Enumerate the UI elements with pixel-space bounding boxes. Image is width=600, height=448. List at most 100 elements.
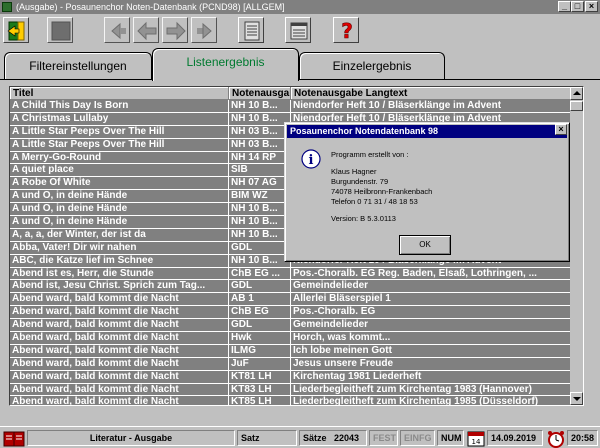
scroll-down-button[interactable]	[570, 392, 583, 405]
scroll-up-button[interactable]	[570, 87, 583, 100]
cell-edition: NH 14 RP	[229, 151, 291, 165]
status-mode: Satz	[237, 430, 297, 446]
cell-edition-long: Jesus unsere Freude	[291, 357, 572, 371]
table-row[interactable]: Abend ward, bald kommt die Nacht ILMG Ich …	[10, 344, 572, 358]
table-row[interactable]: Abend ist, Jesu Christ. Sprich zum Tag..…	[10, 280, 572, 294]
cell-edition: ChB EG	[229, 306, 291, 320]
cell-edition: GDL	[229, 319, 291, 333]
status-module: Literatur - Ausgabe	[27, 430, 235, 446]
help-icon: ?	[341, 20, 353, 42]
cell-edition-long: Gemeindelieder	[291, 319, 572, 333]
dialog-author-name: Klaus Hagner	[331, 167, 377, 176]
cell-title: A Little Star Peeps Over The Hill	[10, 138, 229, 152]
cell-title: Abend ward, bald kommt die Nacht	[10, 357, 229, 371]
cell-edition-long: Niendorfer Heft 10 / Bläserklänge im Adv…	[291, 100, 572, 113]
title-bar: (Ausgabe) - Posaunenchor Noten-Datenbank…	[0, 0, 600, 14]
cell-title: Abend ward, bald kommt die Nacht	[10, 370, 229, 384]
cell-edition-long: Allerlei Bläserspiel 1	[291, 293, 572, 307]
table-row[interactable]: Abend ward, bald kommt die Nacht KT85 LH L…	[10, 396, 572, 405]
status-bar: Literatur - Ausgabe Satz Sätze 22043 FES…	[0, 426, 600, 448]
status-records-label: Sätze	[303, 433, 327, 443]
dialog-street: Burgundenstr. 79	[331, 177, 389, 186]
next-icon	[197, 22, 212, 40]
table-row[interactable]: Abend ist es, Herr, die Stunde ChB EG ...…	[10, 267, 572, 281]
table-row[interactable]: Abend ward, bald kommt die Nacht JuF Jesus…	[10, 357, 572, 371]
cell-title: Abend ward, bald kommt die Nacht	[10, 319, 229, 333]
dialog-phone: Telefon 0 71 31 / 48 18 53	[331, 197, 418, 206]
cell-edition: ILMG	[229, 344, 291, 358]
tab-list-result[interactable]: Listenergebnis	[152, 48, 299, 81]
monitor-button[interactable]	[47, 17, 73, 43]
cell-title: A und O, in deine Hände	[10, 216, 229, 229]
cell-title: A Little Star Peeps Over The Hill	[10, 125, 229, 139]
cell-title: A Child This Day Is Born	[10, 100, 229, 113]
cell-edition: Hwk	[229, 332, 291, 345]
back-arrow-icon	[137, 21, 157, 41]
monitor-icon	[51, 21, 71, 41]
cell-title: Abend ward, bald kommt die Nacht	[10, 293, 229, 307]
cell-edition: BIM WZ	[229, 190, 291, 204]
cell-title: Abend ward, bald kommt die Nacht	[10, 344, 229, 358]
column-header-title[interactable]: Titel	[10, 87, 229, 100]
dialog-city: 74078 Heilbronn-Frankenbach	[331, 187, 433, 196]
minimize-button[interactable]: _	[558, 1, 571, 12]
window-title: (Ausgabe) - Posaunenchor Noten-Datenbank…	[16, 2, 285, 12]
dialog-version: Version: B 5.3.0113	[331, 214, 396, 223]
status-num: NUM	[437, 430, 464, 446]
status-fest: FEST	[369, 430, 398, 446]
previous-button[interactable]	[104, 17, 130, 43]
vertical-scrollbar[interactable]	[570, 87, 583, 405]
previous-icon	[111, 22, 126, 40]
help-button[interactable]: ?	[333, 17, 359, 43]
next-button[interactable]	[191, 17, 217, 43]
cell-title: A und O, in deine Hände	[10, 203, 229, 217]
cell-edition-long: Kirchentag 1981 Liederheft	[291, 370, 572, 384]
cell-edition-long: Pos.-Choralb. EG Reg. Baden, Elsaß, Loth…	[291, 267, 572, 281]
back-button[interactable]	[133, 17, 159, 43]
table-row[interactable]: Abend ward, bald kommt die Nacht AB 1 Alle…	[10, 293, 572, 307]
app-window: (Ausgabe) - Posaunenchor Noten-Datenbank…	[0, 0, 600, 448]
cell-edition: JuF	[229, 357, 291, 371]
table-row[interactable]: A Child This Day Is Born NH 10 B... Niendo…	[10, 100, 572, 113]
cell-title: A Robe Of White	[10, 177, 229, 191]
cell-edition: GDL	[229, 241, 291, 255]
cell-edition-long: Gemeindelieder	[291, 280, 572, 294]
close-button[interactable]: ×	[585, 1, 598, 12]
calendar-icon: 14	[467, 431, 485, 447]
cell-title: ABC, die Katze lief im Schnee	[10, 254, 229, 268]
table-row[interactable]: Abend ward, bald kommt die Nacht Hwk Horch…	[10, 332, 572, 345]
app-icon[interactable]	[2, 2, 12, 12]
alarm-clock-icon	[548, 431, 564, 448]
table-row[interactable]: Abend ward, bald kommt die Nacht KT83 LH L…	[10, 383, 572, 397]
svg-text:?: ?	[341, 20, 353, 42]
document-button[interactable]	[238, 17, 264, 43]
dialog-close-button[interactable]: ×	[555, 124, 567, 135]
forward-button[interactable]	[162, 17, 188, 43]
tab-single-result[interactable]: Einzelergebnis	[299, 52, 445, 80]
scroll-thumb[interactable]	[570, 101, 583, 111]
cell-edition-long: Pos.-Choralb. EG	[291, 306, 572, 320]
table-header: Titel Notenausgabe Notenausgabe Langtext	[10, 87, 572, 100]
cell-edition: AB 1	[229, 293, 291, 307]
cell-edition-long: Horch, was kommt...	[291, 332, 572, 345]
cell-title: A Merry-Go-Round	[10, 151, 229, 165]
cell-edition: KT81 LH	[229, 370, 291, 384]
cell-edition: NH 10 B...	[229, 100, 291, 113]
dialog-title: Posaunenchor Notendatenbank 98	[287, 125, 567, 138]
cell-edition-long: Ich lobe meinen Gott	[291, 344, 572, 358]
cell-edition: NH 03 B...	[229, 125, 291, 139]
table-row[interactable]: Abend ward, bald kommt die Nacht ChB EG Po…	[10, 306, 572, 320]
exit-button[interactable]	[3, 17, 29, 43]
ok-button[interactable]: OK	[399, 235, 451, 255]
table-row[interactable]: Abend ward, bald kommt die Nacht KT81 LH K…	[10, 370, 572, 384]
cell-edition-long: Liederbegleitheft zum Kirchentag 1983 (H…	[291, 383, 572, 397]
column-header-edition[interactable]: Notenausgabe	[229, 87, 291, 100]
cell-title: Abend ward, bald kommt die Nacht	[10, 396, 229, 405]
status-time: 20:58	[567, 430, 598, 446]
table-row[interactable]: Abend ward, bald kommt die Nacht GDL Gemei…	[10, 319, 572, 333]
maximize-button[interactable]: □	[571, 1, 584, 12]
notes-button[interactable]	[285, 17, 311, 43]
cell-edition: KT85 LH	[229, 396, 291, 405]
tab-filter-settings[interactable]: Filtereinstellungen	[4, 52, 152, 80]
column-header-edition-long[interactable]: Notenausgabe Langtext	[291, 87, 572, 100]
